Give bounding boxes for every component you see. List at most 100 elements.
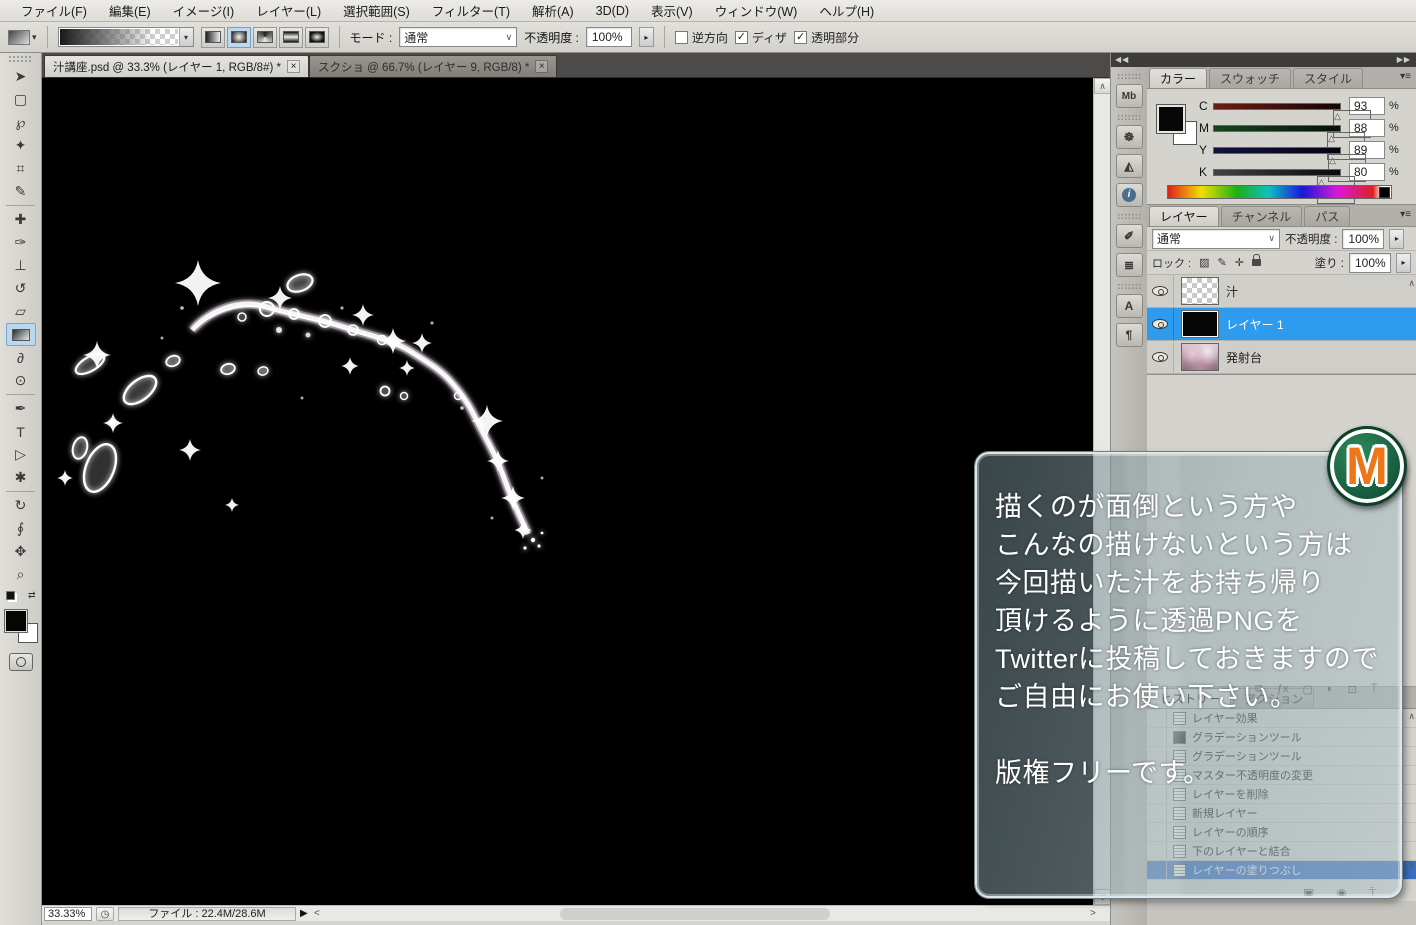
- menu-help[interactable]: ヘルプ(H): [808, 1, 885, 20]
- lock-all-icon[interactable]: [1252, 259, 1261, 266]
- dock-grip[interactable]: [1117, 114, 1141, 120]
- menu-view[interactable]: 表示(V): [640, 1, 704, 20]
- pen-tool[interactable]: ✒: [6, 397, 36, 420]
- character-panel-icon[interactable]: A: [1116, 294, 1143, 318]
- scroll-up-icon[interactable]: ∧: [1094, 78, 1111, 94]
- black-slider[interactable]: △: [1213, 169, 1341, 176]
- paragraph-panel-icon[interactable]: ¶: [1116, 323, 1143, 347]
- tab-paths[interactable]: パス: [1304, 206, 1350, 226]
- layer-thumbnail[interactable]: [1181, 343, 1219, 371]
- visibility-toggle[interactable]: [1147, 341, 1174, 373]
- path-select-tool[interactable]: ▷: [6, 443, 36, 466]
- wheel-icon[interactable]: ☸: [1116, 125, 1143, 149]
- menu-analysis[interactable]: 解析(A): [521, 1, 585, 20]
- reflected-gradient-button[interactable]: [279, 27, 303, 48]
- menu-3d[interactable]: 3D(D): [585, 4, 640, 18]
- cyan-slider[interactable]: △: [1213, 103, 1341, 110]
- layer-name[interactable]: 発射台: [1226, 349, 1262, 366]
- move-tool[interactable]: ➤: [6, 65, 36, 88]
- horizontal-scroll-thumb[interactable]: [560, 908, 830, 920]
- eraser-tool[interactable]: ▱: [6, 300, 36, 323]
- tool-preset-picker[interactable]: ▾: [8, 30, 37, 45]
- default-colors-control[interactable]: ⇄: [6, 590, 36, 601]
- scroll-up-icon[interactable]: ∧: [1408, 711, 1415, 722]
- marquee-tool[interactable]: ▢: [6, 88, 36, 111]
- eyedropper-tool[interactable]: ✎: [6, 180, 36, 203]
- lock-move-icon[interactable]: ✛: [1235, 256, 1244, 269]
- history-brush-tool[interactable]: ↺: [6, 277, 36, 300]
- document-tab-active[interactable]: 汁講座.psd @ 33.3% (レイヤー 1, RGB/8#) * ×: [44, 55, 309, 77]
- layer-opacity-input[interactable]: 100%: [1342, 229, 1384, 249]
- clone-stamp-tool[interactable]: ⊥: [6, 254, 36, 277]
- brush-tool[interactable]: ✑: [6, 231, 36, 254]
- dock-grip[interactable]: [1117, 283, 1141, 289]
- crop-tool[interactable]: ⌗: [6, 157, 36, 180]
- dodge-tool[interactable]: ⊙: [6, 369, 36, 392]
- layer-row-layer1-selected[interactable]: レイヤー 1: [1147, 308, 1416, 341]
- mini-bridge-icon[interactable]: Mb: [1116, 84, 1143, 108]
- opacity-spinner[interactable]: ▸: [639, 27, 654, 47]
- lock-transparency-icon[interactable]: ▨: [1199, 256, 1209, 269]
- menu-filter[interactable]: フィルター(T): [421, 1, 521, 20]
- scroll-down-icon[interactable]: ∨: [1408, 859, 1415, 870]
- document-tab-inactive[interactable]: スクショ @ 66.7% (レイヤー 9, RGB/8) * ×: [309, 55, 557, 77]
- quick-mask-button[interactable]: [9, 653, 33, 671]
- diamond-gradient-button[interactable]: [305, 27, 329, 48]
- visibility-toggle[interactable]: [1147, 308, 1174, 340]
- reverse-checkbox[interactable]: [675, 31, 688, 44]
- scroll-up-icon[interactable]: ∧: [1408, 278, 1415, 289]
- rotate-3d-tool[interactable]: ↻: [6, 494, 36, 517]
- tab-channels[interactable]: チャンネル: [1221, 206, 1303, 226]
- lasso-tool[interactable]: ℘: [6, 111, 36, 134]
- opacity-input[interactable]: 100%: [586, 27, 632, 47]
- layer-blend-mode-select[interactable]: 通常 ∨: [1152, 229, 1280, 249]
- smudge-tool[interactable]: ∂: [6, 346, 36, 369]
- healing-brush-tool[interactable]: ✚: [6, 208, 36, 231]
- clone-source-icon[interactable]: ≣: [1116, 253, 1143, 277]
- layer-opacity-spinner[interactable]: ▸: [1389, 229, 1404, 249]
- dock-grip[interactable]: [1117, 73, 1141, 79]
- visibility-toggle[interactable]: [1147, 275, 1174, 307]
- magenta-slider[interactable]: △: [1213, 125, 1341, 132]
- magic-wand-tool[interactable]: ✦: [6, 134, 36, 157]
- collapse-panels-icon[interactable]: ◀◀: [1111, 53, 1147, 67]
- info-icon[interactable]: i: [1116, 183, 1143, 207]
- blend-mode-select[interactable]: 通常 ∨: [399, 27, 517, 47]
- shape-tool[interactable]: ✱: [6, 466, 36, 489]
- foreground-color-swatch[interactable]: [1157, 105, 1185, 133]
- layer-name[interactable]: 汁: [1226, 283, 1238, 300]
- hand-tool[interactable]: ✥: [6, 540, 36, 563]
- close-tab-icon[interactable]: ×: [287, 60, 300, 73]
- color-spectrum-ramp[interactable]: [1167, 185, 1392, 199]
- swap-colors-icon[interactable]: ⇄: [28, 590, 36, 601]
- angle-gradient-button[interactable]: [253, 27, 277, 48]
- tab-swatches[interactable]: スウォッチ: [1209, 68, 1291, 88]
- type-tool[interactable]: T: [6, 420, 36, 443]
- transparency-checkbox-group[interactable]: ✓ 透明部分: [794, 29, 859, 46]
- menu-select[interactable]: 選択範囲(S): [332, 1, 421, 20]
- dither-checkbox-group[interactable]: ✓ ディザ: [735, 29, 787, 46]
- tab-styles[interactable]: スタイル: [1293, 68, 1363, 88]
- expand-panels-icon[interactable]: ▶▶: [1147, 53, 1416, 67]
- tab-color[interactable]: カラー: [1149, 68, 1207, 88]
- yellow-slider[interactable]: △: [1213, 147, 1341, 154]
- dither-checkbox[interactable]: ✓: [735, 31, 748, 44]
- menu-layer[interactable]: レイヤー(L): [245, 1, 332, 20]
- tab-layers[interactable]: レイヤー: [1149, 206, 1219, 226]
- close-tab-icon[interactable]: ×: [535, 60, 548, 73]
- layer-fill-input[interactable]: 100%: [1349, 253, 1391, 273]
- scroll-right-icon[interactable]: >: [1090, 908, 1096, 919]
- status-menu-icon[interactable]: ▶: [300, 908, 308, 919]
- dock-grip[interactable]: [1117, 213, 1141, 219]
- layer-thumbnail[interactable]: [1181, 277, 1219, 305]
- panel-menu-icon[interactable]: ▾≡: [1400, 71, 1411, 82]
- reverse-checkbox-group[interactable]: 逆方向: [675, 29, 728, 46]
- menu-image[interactable]: イメージ(I): [162, 1, 246, 20]
- orbit-3d-tool[interactable]: ∮: [6, 517, 36, 540]
- brush-presets-icon[interactable]: ✐: [1116, 224, 1143, 248]
- histogram-icon[interactable]: ◭: [1116, 154, 1143, 178]
- transparency-checkbox[interactable]: ✓: [794, 31, 807, 44]
- menu-window[interactable]: ウィンドウ(W): [704, 1, 809, 20]
- layer-fill-spinner[interactable]: ▸: [1396, 253, 1411, 273]
- zoom-level-input[interactable]: 33.33%: [44, 907, 92, 921]
